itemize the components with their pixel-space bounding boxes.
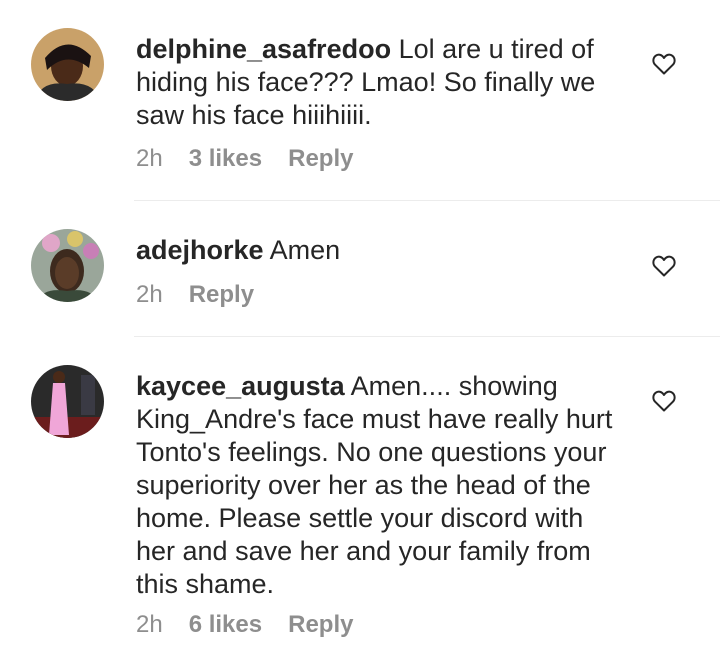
likes-count[interactable]: 3 likes xyxy=(189,145,262,172)
avatar-photo-icon xyxy=(31,365,104,438)
comment-line: home. Please settle your discord with xyxy=(136,503,584,533)
comment-text: adejhorke Amen xyxy=(136,234,340,267)
avatar[interactable] xyxy=(31,229,104,302)
comment-line: Amen xyxy=(263,235,341,265)
comment-item: kaycee_augusta Amen.... showing King_And… xyxy=(0,337,720,662)
avatar-photo-icon xyxy=(31,229,104,302)
comment-text: delphine_asafredoo Lol are u tired of hi… xyxy=(136,33,595,132)
comment-username[interactable]: delphine_asafredoo xyxy=(136,34,391,64)
comment-username[interactable]: kaycee_augusta xyxy=(136,371,345,401)
avatar[interactable] xyxy=(31,365,104,438)
comment-line: hiding his face??? Lmao! So finally we xyxy=(136,67,596,97)
comment-line: Tonto's feelings. No one questions your xyxy=(136,437,607,467)
reply-button[interactable]: Reply xyxy=(189,281,254,308)
reply-button[interactable]: Reply xyxy=(288,145,353,172)
comment-item: adejhorke Amen 2h Reply xyxy=(0,201,720,336)
comment-line: Amen.... showing xyxy=(344,371,558,401)
comment-time: 2h xyxy=(136,281,163,308)
comment-line: King_Andre's face must have really hurt xyxy=(136,404,613,434)
comment-meta: 2h 3 likes Reply xyxy=(136,145,379,173)
comment-line: saw his face hiiihiiii. xyxy=(136,100,372,130)
comment-meta: 2h 6 likes Reply xyxy=(136,611,379,639)
comment-time: 2h xyxy=(136,145,163,172)
comment-text: kaycee_augusta Amen.... showing King_And… xyxy=(136,370,612,601)
comment-meta: 2h Reply xyxy=(136,281,280,309)
comment-line: Lol are u tired of xyxy=(391,34,594,64)
reply-button[interactable]: Reply xyxy=(288,611,353,638)
comment-line: this shame. xyxy=(136,569,275,599)
heart-outline-icon[interactable] xyxy=(652,390,676,412)
comment-item: delphine_asafredoo Lol are u tired of hi… xyxy=(0,0,720,200)
avatar[interactable] xyxy=(31,28,104,101)
comment-line: her and save her and your family from xyxy=(136,536,591,566)
comment-time: 2h xyxy=(136,611,163,638)
comment-line: superiority over her as the head of the xyxy=(136,470,591,500)
avatar-photo-icon xyxy=(31,28,104,101)
comment-username[interactable]: adejhorke xyxy=(136,235,264,265)
heart-outline-icon[interactable] xyxy=(652,255,676,277)
likes-count[interactable]: 6 likes xyxy=(189,611,262,638)
heart-outline-icon[interactable] xyxy=(652,53,676,75)
